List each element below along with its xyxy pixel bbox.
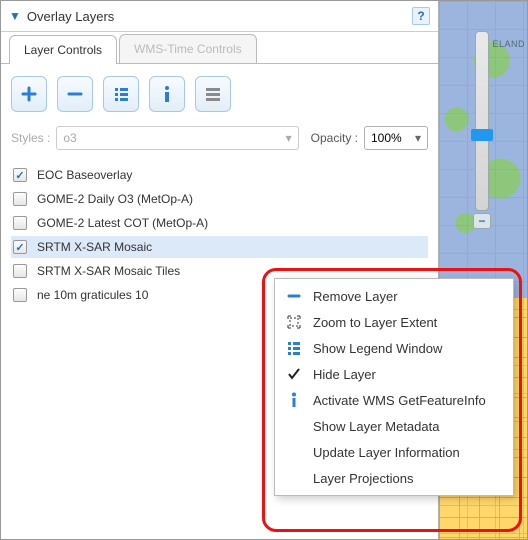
info-button[interactable] [149, 76, 185, 112]
cm-label: Show Layer Metadata [313, 419, 439, 434]
layer-label: GOME-2 Latest COT (MetOp-A) [37, 216, 208, 230]
cm-label: Hide Layer [313, 367, 376, 382]
layer-checkbox[interactable] [13, 192, 27, 206]
cm-label: Zoom to Layer Extent [313, 315, 437, 330]
blank-icon [285, 418, 303, 434]
tab-label: Layer Controls [24, 43, 102, 57]
help-button[interactable]: ? [412, 7, 430, 25]
layer-label: GOME-2 Daily O3 (MetOp-A) [37, 192, 193, 206]
layer-label: ne 10m graticules 10 [37, 288, 148, 302]
cm-hide-layer[interactable]: Hide Layer [275, 361, 513, 387]
cm-show-legend[interactable]: Show Legend Window [275, 335, 513, 361]
add-layer-button[interactable] [11, 76, 47, 112]
cm-remove-layer[interactable]: Remove Layer [275, 283, 513, 309]
zoom-slider-thumb[interactable] [471, 129, 493, 141]
collapse-toggle-icon[interactable]: ▼ [9, 9, 21, 23]
tab-wms-time-controls: WMS-Time Controls [119, 34, 257, 63]
tab-layer-controls[interactable]: Layer Controls [9, 35, 117, 64]
minus-icon [67, 86, 83, 102]
opacity-select[interactable]: 100% [364, 126, 428, 150]
cm-label: Remove Layer [313, 289, 398, 304]
cm-projections[interactable]: Layer Projections [275, 465, 513, 491]
layer-checkbox[interactable] [13, 240, 27, 254]
layer-label: EOC Baseoverlay [37, 168, 132, 182]
info-icon [285, 392, 303, 408]
zoom-slider-track[interactable] [475, 31, 489, 211]
cm-label: Activate WMS GetFeatureInfo [313, 393, 486, 408]
opacity-label: Opacity : [311, 131, 358, 145]
layer-label: SRTM X-SAR Mosaic [37, 240, 152, 254]
layer-checkbox[interactable] [13, 216, 27, 230]
layer-label: SRTM X-SAR Mosaic Tiles [37, 264, 180, 278]
map-label: ELAND [492, 39, 525, 49]
styles-select[interactable]: o3 [56, 126, 298, 150]
blank-icon [285, 470, 303, 486]
tab-bar: Layer Controls WMS-Time Controls [1, 34, 438, 63]
layer-checkbox[interactable] [13, 168, 27, 182]
lines-button[interactable] [195, 76, 231, 112]
layer-item[interactable]: GOME-2 Daily O3 (MetOp-A) [11, 188, 428, 210]
list-icon [113, 86, 129, 102]
layer-checkbox[interactable] [13, 264, 27, 278]
layer-checkbox[interactable] [13, 288, 27, 302]
layer-item[interactable]: EOC Baseoverlay [11, 164, 428, 186]
extent-icon [285, 314, 303, 330]
remove-layer-button[interactable] [57, 76, 93, 112]
styles-label: Styles : [11, 131, 50, 145]
styles-value: o3 [63, 131, 76, 145]
opacity-value: 100% [371, 131, 402, 145]
tab-label: WMS-Time Controls [134, 42, 242, 56]
cm-label: Show Legend Window [313, 341, 442, 356]
cm-update-info[interactable]: Update Layer Information [275, 439, 513, 465]
check-icon [285, 366, 303, 382]
cm-show-metadata[interactable]: Show Layer Metadata [275, 413, 513, 439]
zoom-out-button[interactable]: − [473, 213, 491, 229]
layer-context-menu: Remove Layer Zoom to Layer Extent Show L… [274, 278, 514, 496]
panel-header: ▼ Overlay Layers ? [1, 1, 438, 32]
cm-activate-wms[interactable]: Activate WMS GetFeatureInfo [275, 387, 513, 413]
list-icon [285, 340, 303, 356]
cm-zoom-extent[interactable]: Zoom to Layer Extent [275, 309, 513, 335]
panel-title: Overlay Layers [27, 9, 412, 24]
cm-label: Layer Projections [313, 471, 413, 486]
layer-item[interactable]: GOME-2 Latest COT (MetOp-A) [11, 212, 428, 234]
toolbar [11, 76, 428, 112]
plus-icon [21, 86, 37, 102]
lines-icon [205, 86, 221, 102]
layer-item[interactable]: SRTM X-SAR Mosaic [11, 236, 428, 258]
legend-button[interactable] [103, 76, 139, 112]
info-icon [159, 85, 175, 103]
style-opacity-row: Styles : o3 Opacity : 100% [11, 126, 428, 150]
blank-icon [285, 444, 303, 460]
minus-icon [285, 288, 303, 304]
cm-label: Update Layer Information [313, 445, 460, 460]
